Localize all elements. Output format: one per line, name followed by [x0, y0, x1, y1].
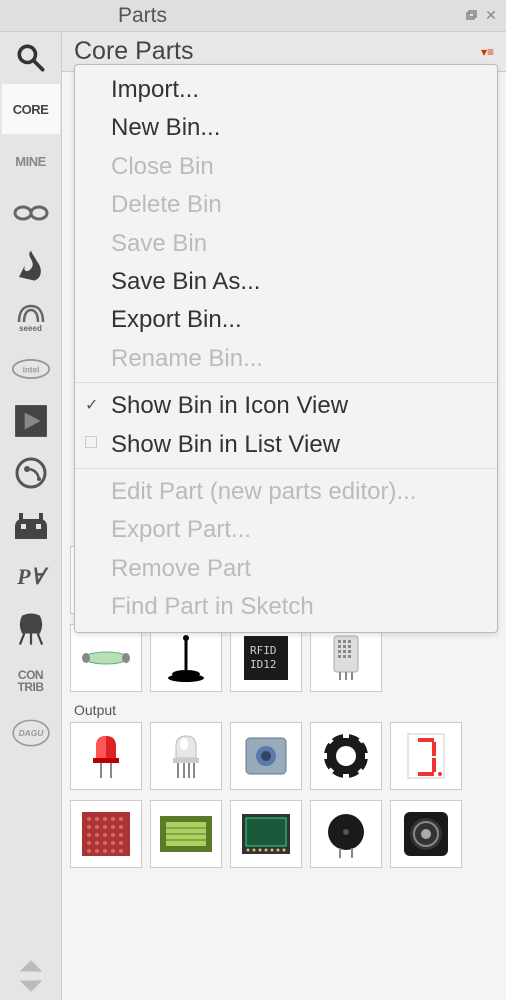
panel-header: Parts ✕	[0, 0, 506, 32]
sidebar-item-play[interactable]	[2, 396, 60, 446]
checkmark-icon: ✓	[85, 395, 98, 417]
close-icon[interactable]: ✕	[484, 9, 498, 23]
menu-save-bin: Save Bin	[75, 225, 497, 263]
part-seven-segment[interactable]	[390, 722, 462, 790]
menu-export-part: Export Part...	[75, 511, 497, 549]
sidebar-item-seeed[interactable]: seeed	[2, 292, 60, 342]
menu-close-bin: Close Bin	[75, 148, 497, 186]
part-dht-sensor[interactable]	[310, 624, 382, 692]
menu-list-view[interactable]: Show Bin in List View	[75, 426, 497, 464]
sidebar-item-arduino[interactable]	[2, 188, 60, 238]
menu-delete-bin: Delete Bin	[75, 186, 497, 224]
menu-save-bin-as[interactable]: Save Bin As...	[75, 263, 497, 301]
sidebar-item-dagu[interactable]: DAGU	[2, 708, 60, 758]
sidebar-item-pa[interactable]: P∀	[2, 552, 60, 602]
part-neopixel-ring[interactable]	[310, 722, 382, 790]
part-led-matrix[interactable]	[70, 800, 142, 868]
svg-text:RFID: RFID	[250, 644, 277, 657]
part-oled[interactable]	[230, 800, 302, 868]
menu-remove-part: Remove Part	[75, 550, 497, 588]
svg-text:DAGU: DAGU	[18, 728, 44, 738]
menu-separator	[75, 382, 497, 383]
sidebar-item-core[interactable]: CORE	[2, 84, 60, 134]
menu-icon-view[interactable]: ✓Show Bin in Icon View	[75, 387, 497, 425]
sidebar-item-intel[interactable]: intel	[2, 344, 60, 394]
part-antenna[interactable]	[150, 624, 222, 692]
svg-text:intel: intel	[22, 366, 39, 375]
search-button[interactable]	[2, 34, 60, 82]
sidebar: CORE MINE seeed intel P∀ CONTRIB DAG	[0, 32, 62, 1000]
restore-icon[interactable]	[464, 9, 478, 23]
parts-row: RFIDID12	[70, 624, 498, 692]
bin-context-menu: Import... New Bin... Close Bin Delete Bi…	[74, 64, 498, 633]
part-speaker[interactable]	[390, 800, 462, 868]
section-label-output: Output	[74, 702, 494, 718]
sidebar-item-transistor[interactable]	[2, 604, 60, 654]
menu-find-part: Find Part in Sketch	[75, 588, 497, 626]
part-fuse[interactable]	[70, 624, 142, 692]
part-rfid[interactable]: RFIDID12	[230, 624, 302, 692]
sidebar-item-particle[interactable]	[2, 448, 60, 498]
part-relay[interactable]	[230, 722, 302, 790]
sidebar-item-creature[interactable]	[2, 500, 60, 550]
svg-text:ID12: ID12	[250, 658, 277, 671]
sidebar-nav-updown[interactable]	[2, 958, 60, 994]
sidebar-item-contrib[interactable]: CONTRIB	[2, 656, 60, 706]
bin-menu-icon[interactable]: ▾≡	[481, 45, 494, 59]
part-red-led[interactable]	[70, 722, 142, 790]
sidebar-item-mine[interactable]: MINE	[2, 136, 60, 186]
parts-row-output-2	[70, 800, 498, 868]
menu-separator	[75, 468, 497, 469]
sidebar-item-sparkfun[interactable]	[2, 240, 60, 290]
menu-edit-part: Edit Part (new parts editor)...	[75, 473, 497, 511]
menu-import[interactable]: Import...	[75, 71, 497, 109]
content-title: Core Parts	[74, 37, 481, 66]
part-lcd-green[interactable]	[150, 800, 222, 868]
empty-check-icon	[85, 436, 97, 448]
part-buzzer[interactable]	[310, 800, 382, 868]
menu-export-bin[interactable]: Export Bin...	[75, 301, 497, 339]
part-rgb-led[interactable]	[150, 722, 222, 790]
panel-title: Parts	[118, 4, 464, 28]
parts-row-output-1	[70, 722, 498, 790]
menu-rename-bin: Rename Bin...	[75, 340, 497, 378]
menu-new-bin[interactable]: New Bin...	[75, 109, 497, 147]
